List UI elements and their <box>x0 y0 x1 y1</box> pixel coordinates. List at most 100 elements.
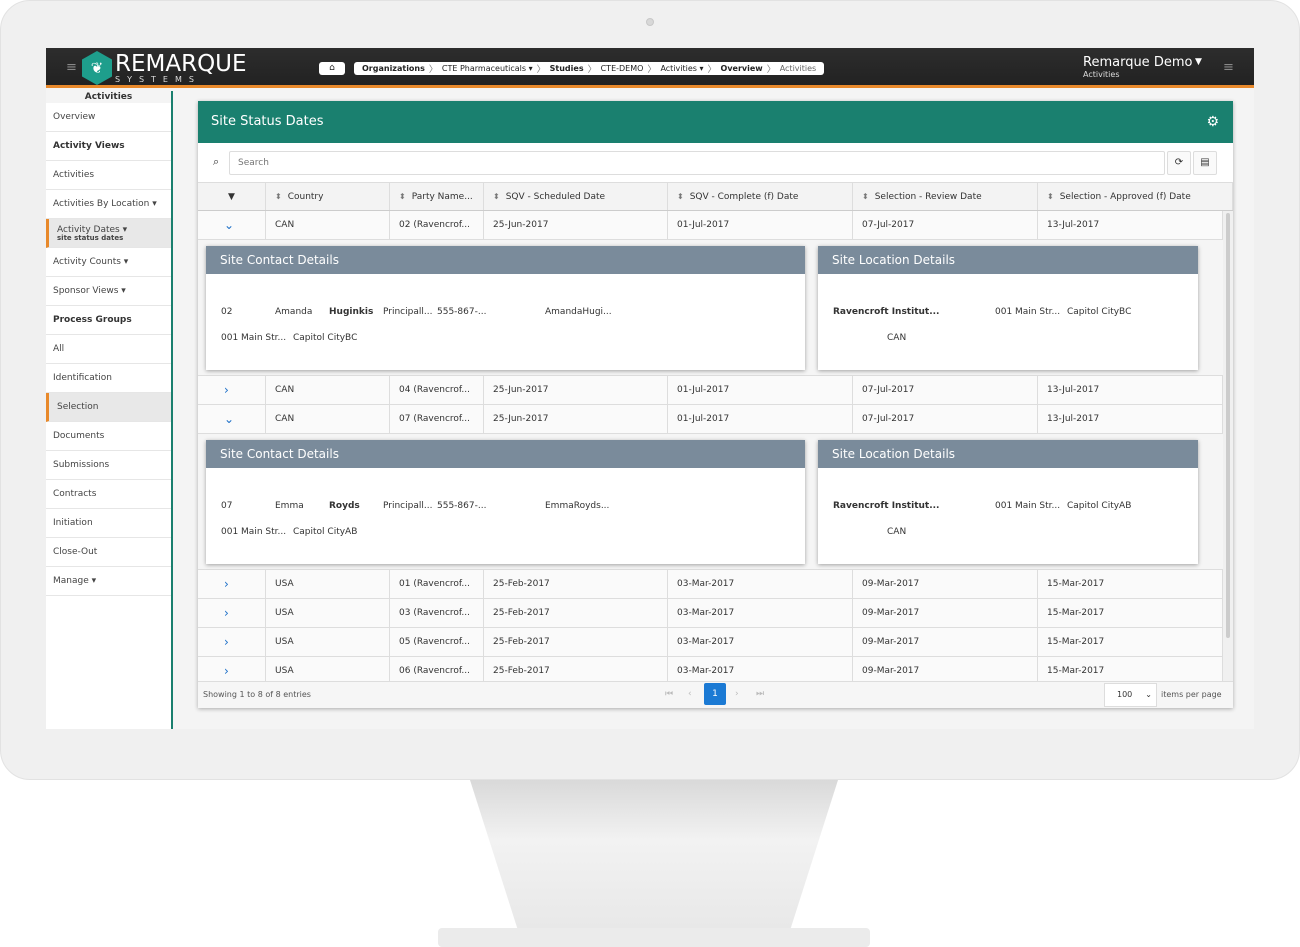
logo-tree-icon: ❦ <box>82 51 112 85</box>
breadcrumb-item[interactable]: Activities ▾ <box>656 64 707 73</box>
next-page-icon[interactable]: › <box>735 689 739 699</box>
sidebar-item[interactable]: Activity Dates ▾ site status dates <box>46 219 171 248</box>
sidebar-item-label: Initiation <box>53 518 93 528</box>
column-header-label: Selection - Review Date <box>874 191 982 202</box>
filter-icon[interactable]: ▼ <box>198 183 266 210</box>
column-header-label: SQV - Scheduled Date <box>505 191 606 202</box>
sidebar-item[interactable]: Process Groups <box>46 306 171 335</box>
breadcrumb-item[interactable]: CTE-DEMO <box>597 64 648 73</box>
sidebar-item[interactable]: Activity Views <box>46 132 171 161</box>
chevron-down-icon[interactable]: ⌄ <box>198 211 266 239</box>
first-page-icon[interactable]: ⏮ <box>665 689 673 699</box>
scrollbar-thumb[interactable] <box>1226 213 1230 638</box>
table-row[interactable]: ⌄ CAN 07 (Ravencrof... 25-Jun-2017 01-Jul-20… <box>198 405 1223 434</box>
table-cell: 01-Jul-2017 <box>668 211 853 239</box>
table-cell: 07-Jul-2017 <box>853 405 1038 433</box>
contact-street: 001 Main Str... <box>221 527 287 537</box>
table-cell: 15-Mar-2017 <box>1038 657 1223 681</box>
search-input[interactable] <box>229 151 1165 175</box>
column-header[interactable]: ⬍ Country <box>266 183 390 210</box>
sidebar-item-label: Overview <box>53 112 96 122</box>
sidebar-item[interactable]: Sponsor Views ▾ <box>46 277 171 306</box>
breadcrumb-item[interactable]: Organizations <box>358 64 429 73</box>
table-cell: 03-Mar-2017 <box>668 599 853 627</box>
export-file-icon[interactable]: ▤ <box>1193 151 1217 175</box>
sidebar-item[interactable]: Initiation <box>46 509 171 538</box>
chevron-right-icon[interactable]: › <box>198 376 266 404</box>
prev-page-icon[interactable]: ‹ <box>688 689 692 699</box>
page-1-button[interactable]: 1 <box>704 683 726 705</box>
table-row[interactable]: › USA 05 (Ravencrof... 25-Feb-2017 03-Mar-20… <box>198 628 1223 657</box>
table-header: ▼ ⬍ Country ⬍ Party Name... ⬍ SQV - Scheduled… <box>198 182 1233 211</box>
table-cell: 09-Mar-2017 <box>853 628 1038 656</box>
sidebar-item-label: Activity Dates ▾ <box>57 224 128 235</box>
table-row[interactable]: ⌄ CAN 02 (Ravencrof... 25-Jun-2017 01-Jul-20… <box>198 211 1223 240</box>
table-cell: 25-Feb-2017 <box>484 570 668 598</box>
chevron-down-icon[interactable]: ⌄ <box>198 405 266 433</box>
sidebar-item-label: Manage ▾ <box>53 576 97 586</box>
sidebar-item[interactable]: Manage ▾ <box>46 567 171 596</box>
table-row[interactable]: › USA 06 (Ravencrof... 25-Feb-2017 03-Mar-20… <box>198 657 1223 681</box>
refresh-icon[interactable]: ⟳ <box>1167 151 1191 175</box>
page-size-value: 100 <box>1117 690 1133 699</box>
column-header[interactable]: ⬍ Selection - Approved (f) Date <box>1038 183 1233 210</box>
column-header[interactable]: ⬍ SQV - Complete (f) Date <box>668 183 853 210</box>
sidebar-item[interactable]: Activities <box>46 161 171 190</box>
column-header[interactable]: ⬍ Party Name... <box>390 183 484 210</box>
sidebar-item-label: Submissions <box>53 460 110 470</box>
chevron-right-icon[interactable]: › <box>198 628 266 656</box>
column-header[interactable]: ⬍ SQV - Scheduled Date <box>484 183 668 210</box>
search-icon: ⌕ <box>213 155 220 168</box>
breadcrumb-item[interactable]: Studies <box>546 64 588 73</box>
breadcrumb-separator-icon: 〉 <box>428 65 438 75</box>
sidebar-item[interactable]: Submissions <box>46 451 171 480</box>
contact-id: 02 <box>221 307 233 317</box>
chevron-right-icon[interactable]: › <box>198 599 266 627</box>
breadcrumb-bar: Organizations 〉 CTE Pharmaceuticals ▾ 〉 Stud… <box>354 62 825 75</box>
table-row[interactable]: › CAN 04 (Ravencrof... 25-Jun-2017 01-Jul-20… <box>198 376 1223 405</box>
chevron-right-icon[interactable]: › <box>198 657 266 681</box>
gear-icon[interactable]: ⚙ <box>1206 101 1219 143</box>
sidebar-item[interactable]: Selection <box>46 393 171 422</box>
breadcrumb-item[interactable]: Overview <box>717 64 767 73</box>
location-city: Capitol CityAB <box>1067 501 1132 511</box>
table-row[interactable]: › USA 03 (Ravencrof... 25-Feb-2017 03-Mar-20… <box>198 599 1223 628</box>
sidebar-item[interactable]: Activities By Location ▾ <box>46 190 171 219</box>
sort-icon: ⬍ <box>399 192 406 201</box>
location-country: CAN <box>887 333 907 343</box>
menu-icon-right[interactable]: ≡ <box>1223 60 1234 75</box>
table-cell: 03-Mar-2017 <box>668 570 853 598</box>
breadcrumb-item[interactable]: CTE Pharmaceuticals ▾ <box>438 64 537 73</box>
sort-icon: ⬍ <box>862 192 869 201</box>
user-menu[interactable]: Remarque Demo Activities ▼ <box>1083 55 1202 79</box>
table-cell: 15-Mar-2017 <box>1038 599 1223 627</box>
sidebar-item[interactable]: Overview <box>46 103 171 132</box>
page-size-select[interactable]: 100 ⌄ <box>1104 683 1157 707</box>
chevron-down-icon: ⌄ <box>1145 690 1152 699</box>
sidebar-item[interactable]: Close-Out <box>46 538 171 567</box>
logo[interactable]: ❦ REMARQUE SYSTEMS <box>82 51 247 85</box>
breadcrumb-item[interactable]: Activities <box>776 64 821 73</box>
column-header[interactable]: ⬍ Selection - Review Date <box>853 183 1038 210</box>
user-context: Activities <box>1083 70 1120 79</box>
contact-phone: 555-867-... <box>437 501 487 511</box>
sidebar-item[interactable]: Documents <box>46 422 171 451</box>
contact-id: 07 <box>221 501 233 511</box>
table-row[interactable]: › USA 01 (Ravencrof... 25-Feb-2017 03-Mar-20… <box>198 570 1223 599</box>
column-header-label: SQV - Complete (f) Date <box>689 191 799 202</box>
sidebar-item[interactable]: Identification <box>46 364 171 393</box>
table-cell: 03-Mar-2017 <box>668 628 853 656</box>
chevron-right-icon[interactable]: › <box>198 570 266 598</box>
last-page-icon[interactable]: ⏭ <box>756 689 764 699</box>
sidebar-item[interactable]: Contracts <box>46 480 171 509</box>
card-title: Site Location Details <box>818 440 1198 468</box>
sidebar-item[interactable]: Activity Counts ▾ <box>46 248 171 277</box>
sidebar-item[interactable]: All <box>46 335 171 364</box>
scrollbar[interactable] <box>1223 211 1233 681</box>
sidebar-item-label: Documents <box>53 431 105 441</box>
home-icon[interactable]: ⌂ <box>319 62 345 75</box>
card-title: Site Contact Details <box>206 246 805 274</box>
table-cell: 25-Feb-2017 <box>484 657 668 681</box>
menu-icon[interactable]: ≡ <box>66 60 77 75</box>
site-location-card: Site Location Details Ravencroft Institut… <box>818 440 1198 564</box>
